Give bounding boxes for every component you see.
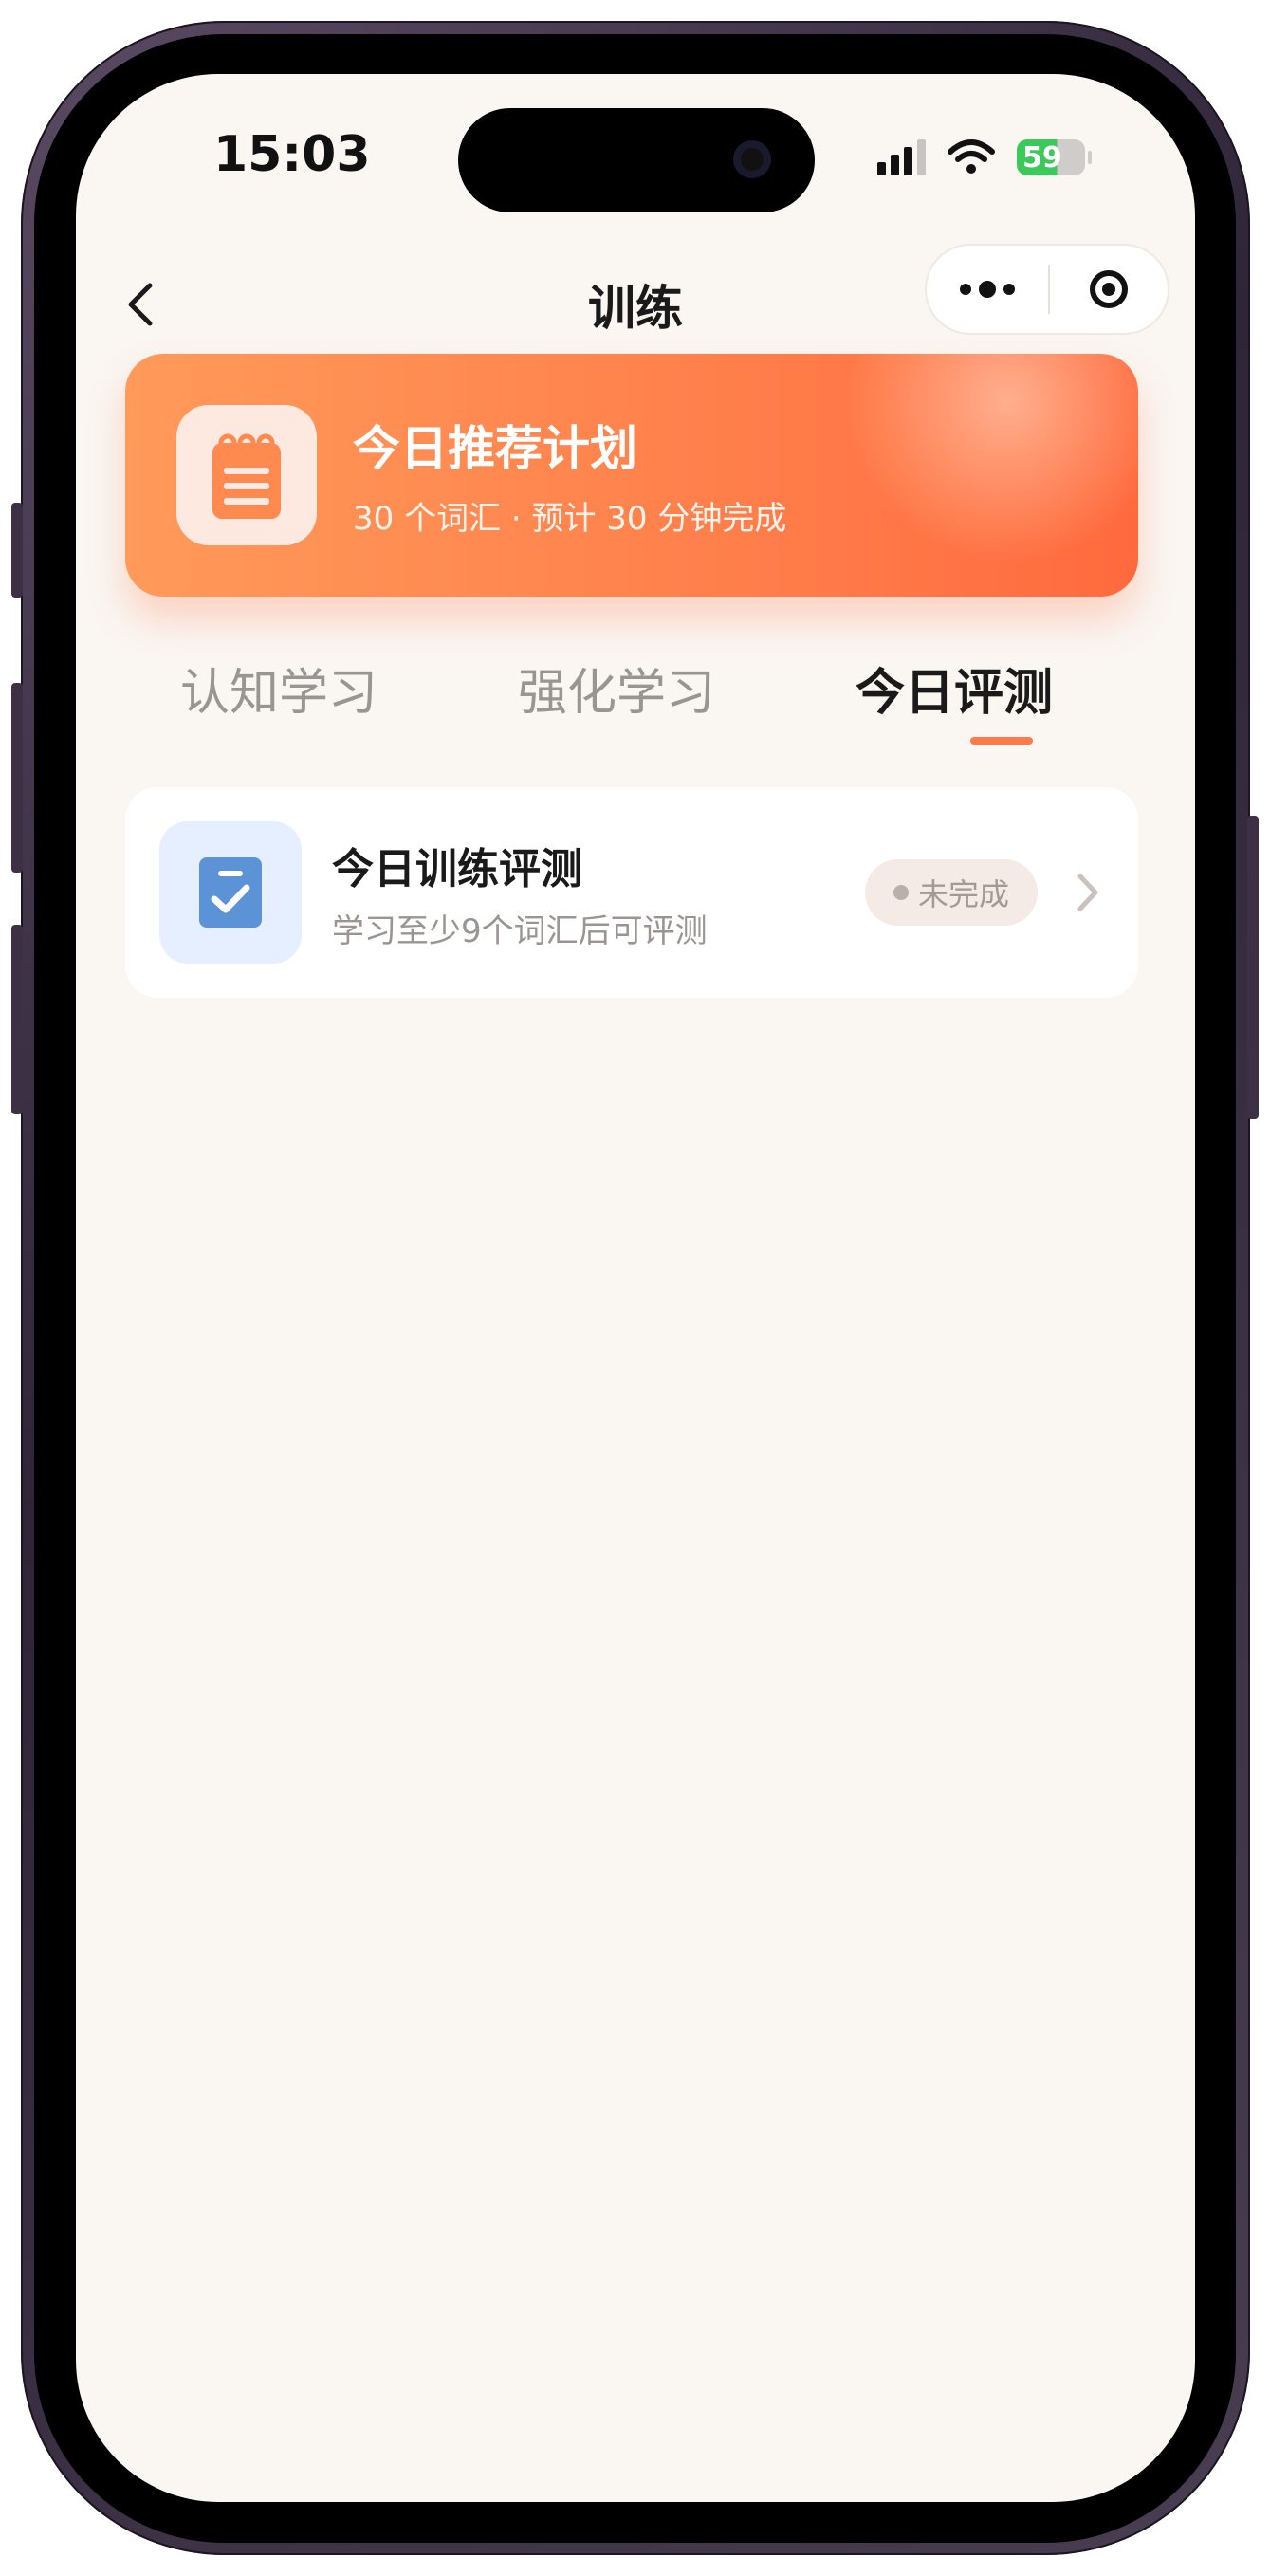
status-time: 15:03: [213, 126, 371, 183]
screen: 15:03 59 训练 今日推荐计划 30 个词汇 · 预计 30 分钟完成 认…: [76, 74, 1195, 2502]
target-icon: [1090, 270, 1128, 308]
action-button: [11, 503, 23, 598]
evaluation-icon-box: [159, 821, 302, 964]
more-dots-icon: [960, 284, 971, 295]
status-icons: 59: [877, 137, 1092, 178]
plan-icon-box: [176, 405, 317, 545]
mini-program-capsule: [925, 244, 1169, 335]
plan-subtitle: 30 个词汇 · 预计 30 分钟完成: [353, 500, 787, 538]
nav-bar: 训练: [76, 240, 1195, 373]
wifi-icon: [948, 139, 995, 174]
notepad-icon: [212, 433, 281, 519]
clipboard-check-icon: [199, 857, 262, 928]
volume-down-button: [11, 925, 23, 1114]
tab-bar: 认知学习 强化学习 今日评测: [125, 643, 1138, 766]
evaluation-card[interactable]: 今日训练评测 学习至少9个词汇后可评测 未完成: [125, 787, 1138, 998]
camera-icon: [733, 140, 771, 178]
battery-level: 59: [1022, 140, 1062, 175]
active-tab-indicator: [970, 737, 1033, 745]
tab-today-evaluation[interactable]: 今日评测: [856, 653, 1053, 724]
close-button[interactable]: [1050, 246, 1168, 333]
status-dot: [893, 885, 909, 900]
power-button: [1247, 816, 1259, 1119]
plan-title: 今日推荐计划: [353, 421, 637, 476]
status-badge: 未完成: [865, 859, 1038, 926]
evaluation-title: 今日训练评测: [332, 845, 582, 893]
more-button[interactable]: [927, 246, 1048, 333]
chevron-right-icon: [1077, 874, 1098, 911]
dynamic-island: [458, 108, 815, 212]
volume-up-button: [11, 683, 23, 873]
evaluation-subtitle: 学习至少9个词汇后可评测: [332, 912, 708, 950]
status-badge-label: 未完成: [917, 876, 1009, 912]
cellular-signal-icon: [877, 139, 926, 175]
tab-reinforced-learning[interactable]: 强化学习: [518, 653, 715, 724]
tab-cognitive-learning[interactable]: 认知学习: [180, 653, 377, 724]
recommended-plan-banner[interactable]: 今日推荐计划 30 个词汇 · 预计 30 分钟完成: [125, 354, 1138, 597]
battery-icon: 59: [1017, 139, 1092, 175]
